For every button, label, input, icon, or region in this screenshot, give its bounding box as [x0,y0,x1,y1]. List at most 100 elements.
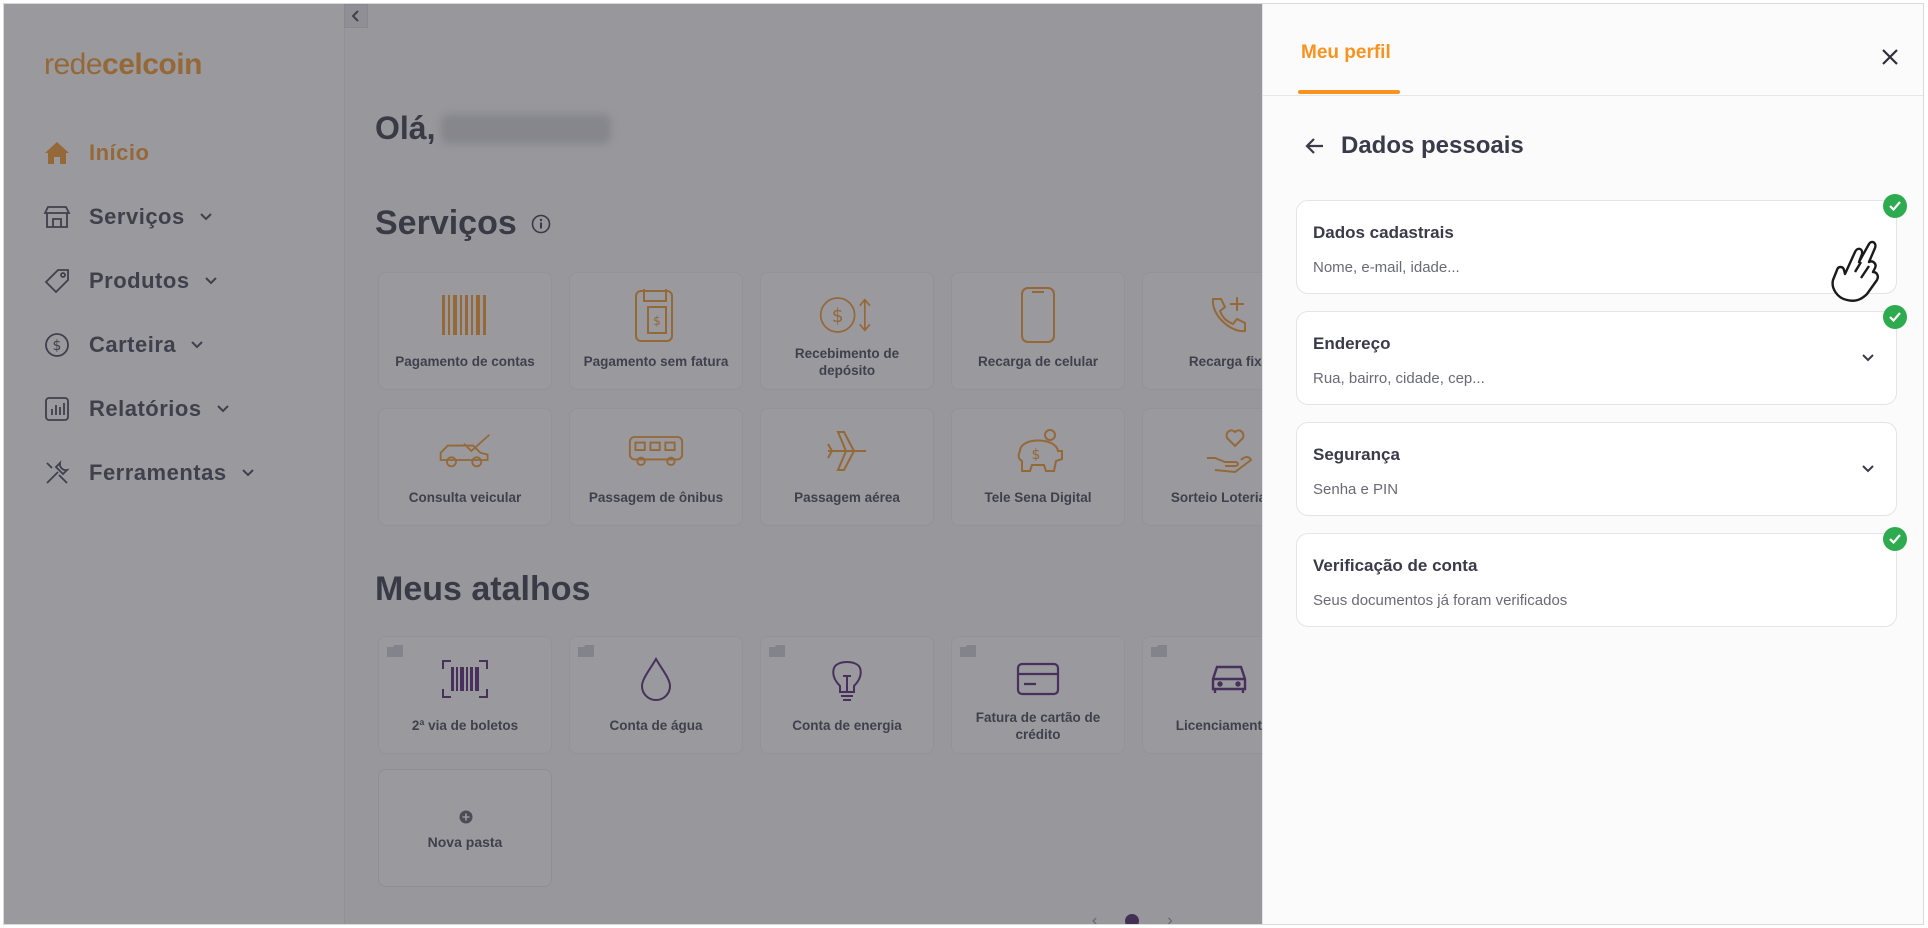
check-circle-icon [1883,527,1907,551]
service-card-recarga-celular[interactable]: Recarga de celular [951,272,1125,390]
svg-text:$: $ [653,314,661,328]
chevron-down-icon[interactable] [216,402,230,416]
close-icon[interactable] [1879,46,1901,68]
barcode-scan-icon [437,651,493,707]
service-card-label: Recarga de celular [977,354,1099,369]
service-card-pagamento-sem-fatura[interactable]: $ Pagamento sem fatura [569,272,743,390]
sidebar-item-label: Ferramentas [89,460,227,485]
shortcut-card-energia[interactable]: Conta de energia [760,636,934,754]
service-card-tele-sena[interactable]: $ Tele Sena Digital [951,408,1125,526]
service-card-passagem-aerea[interactable]: Passagem aérea [760,408,934,526]
plane-icon [819,423,875,479]
car-icon [1201,651,1257,707]
section-seguranca[interactable]: Segurança Senha e PIN [1296,422,1897,516]
chevron-down-icon[interactable] [204,274,218,288]
back-arrow-icon[interactable] [1305,135,1327,157]
chart-icon [42,394,72,424]
sidebar-item-produtos[interactable]: Produtos [42,261,218,301]
pointer-hand-icon [1831,240,1879,302]
panel-header: Meu perfil [1263,4,1923,96]
sidebar-item-label: Serviços [89,204,185,229]
panel-title-row: Dados pessoais [1305,132,1524,160]
chevron-down-icon[interactable] [1860,461,1876,477]
greeting: Olá, [375,110,612,147]
sidebar-item-ferramentas[interactable]: Ferramentas [42,453,255,493]
tag-icon [42,266,72,296]
chevron-down-icon[interactable] [199,210,213,224]
pagination: ‹ › [1092,912,1173,924]
services-title: Serviços [375,204,551,243]
blurred-user-name [441,113,612,144]
lightbulb-icon [819,651,875,707]
water-drop-icon [628,651,684,707]
tab-active-indicator [1298,90,1400,94]
car-check-icon [437,423,493,479]
section-subtitle: Seus documentos já foram verificados [1313,592,1568,609]
section-verificacao-conta[interactable]: Verificação de conta Seus documentos já … [1296,533,1897,627]
section-subtitle: Rua, bairro, cidade, cep... [1313,370,1485,387]
panel-title: Dados pessoais [1341,132,1524,159]
profile-panel: Meu perfil Dados pessoais Dados cadastra… [1262,4,1923,924]
sidebar-item-carteira[interactable]: $ Carteira [42,325,204,365]
dollar-circle-icon: $ [42,330,72,360]
app-window: redecelcoin Início Serviços Produtos $ C… [3,3,1924,925]
chevron-down-icon[interactable] [241,466,255,480]
sidebar-item-servicos[interactable]: Serviços [42,197,213,237]
phone-plus-icon [1201,287,1257,343]
section-title: Dados cadastrais [1313,223,1454,242]
section-endereco[interactable]: Endereço Rua, bairro, cidade, cep... [1296,311,1897,405]
phone-icon [1010,287,1066,343]
shortcut-card-cartao[interactable]: Fatura de cartão de crédito [951,636,1125,754]
info-icon[interactable] [531,214,551,234]
service-card-label: Recebimento de depósito [794,346,900,378]
shortcut-card-boletos[interactable]: 2ª via de boletos [378,636,552,754]
services-title-text: Serviços [375,204,517,242]
store-icon [42,202,72,232]
greeting-text: Olá, [375,110,436,146]
service-card-consulta-veicular[interactable]: Consulta veicular [378,408,552,526]
chevron-down-icon[interactable] [190,338,204,352]
service-card-label: Pagamento de contas [395,354,535,369]
section-subtitle: Senha e PIN [1313,481,1399,498]
invoice-icon: $ [628,287,684,343]
shortcut-card-agua[interactable]: Conta de água [569,636,743,754]
shortcut-card-label: Conta de energia [792,718,902,733]
sidebar-item-label: Início [89,140,150,165]
bus-icon [628,423,684,479]
svg-text:$: $ [1032,447,1041,463]
pagination-dot-active[interactable] [1125,914,1140,924]
service-card-label: Pagamento sem fatura [583,354,729,369]
home-icon [42,138,72,168]
sidebar-item-relatorios[interactable]: Relatórios [42,389,230,429]
check-circle-icon [1883,194,1907,218]
new-folder-button[interactable]: Nova pasta [378,769,552,887]
folder-icon [578,645,594,657]
section-title: Endereço [1313,334,1391,353]
new-folder-label: Nova pasta [427,834,503,850]
sidebar-item-inicio[interactable]: Início [42,133,149,173]
credit-card-icon [1010,651,1066,707]
brand-logo[interactable]: redecelcoin [44,48,202,82]
service-card-passagem-onibus[interactable]: Passagem de ônibus [569,408,743,526]
shortcuts-title-text: Meus atalhos [375,570,591,608]
tab-meu-perfil[interactable]: Meu perfil [1301,42,1391,64]
collapse-sidebar-button[interactable] [344,4,368,28]
pagination-prev-icon[interactable]: ‹ [1092,912,1097,924]
chevron-down-icon[interactable] [1860,350,1876,366]
logo-text-bold: celcoin [102,48,202,81]
service-card-label: Passagem aérea [794,490,900,505]
svg-text:$: $ [53,338,62,354]
section-title: Segurança [1313,445,1400,464]
shortcut-card-label: Fatura de cartão de crédito [975,710,1101,742]
pagination-next-icon[interactable]: › [1167,912,1172,924]
folder-icon [769,645,785,657]
sidebar-item-label: Produtos [89,268,190,293]
shortcut-card-label: 2ª via de boletos [411,718,519,733]
folder-icon [960,645,976,657]
section-dados-cadastrais[interactable]: Dados cadastrais Nome, e-mail, idade... [1296,200,1897,294]
service-card-label: Tele Sena Digital [984,490,1092,505]
service-card-recebimento-deposito[interactable]: $ Recebimento de depósito [760,272,934,390]
chevron-left-icon [351,10,359,22]
service-card-pagamento-contas[interactable]: Pagamento de contas [378,272,552,390]
service-card-label: Consulta veicular [408,490,522,505]
